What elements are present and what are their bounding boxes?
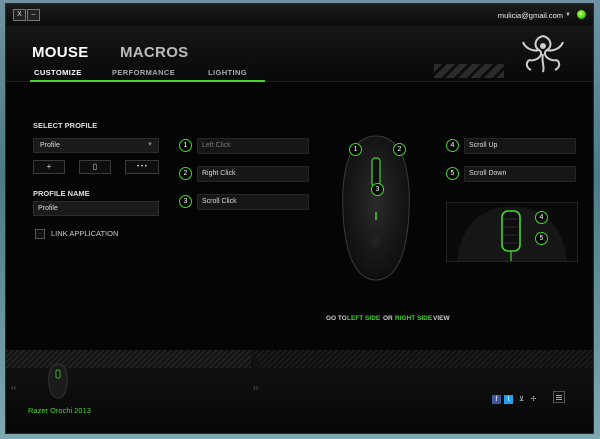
razer-small-icon[interactable]: ✢	[529, 395, 538, 404]
chevron-down-icon: ▼	[147, 142, 153, 148]
select-profile-heading: SELECT PROFILE	[33, 121, 98, 130]
header-hatch-decoration	[434, 64, 504, 78]
synapse-window: X – mulicia@gmail.com ▼ MOUSE MACROS CUS…	[5, 3, 594, 434]
scroll-zoom-view	[446, 202, 578, 262]
footer	[6, 350, 593, 433]
status-dot-icon[interactable]	[577, 10, 586, 19]
profile-name-field[interactable]: Profile	[33, 201, 159, 216]
device-prev-arrow[interactable]: ‹‹	[11, 383, 16, 392]
device-next-arrow[interactable]: ››	[253, 383, 258, 392]
menu-icon[interactable]	[553, 391, 565, 403]
account-email[interactable]: mulicia@gmail.com	[498, 11, 563, 20]
mouse-marker-4: 4	[535, 211, 548, 224]
right-side-link[interactable]: RIGHT SIDE	[395, 315, 432, 322]
button-2-marker: 2	[179, 167, 192, 180]
mouse-marker-1: 1	[349, 143, 362, 156]
footer-hatch-decoration-right	[251, 350, 593, 368]
delete-profile-button[interactable]: ▯	[79, 160, 111, 174]
button-5-marker: 5	[446, 167, 459, 180]
header: MOUSE MACROS CUSTOMIZE PERFORMANCE LIGHT…	[6, 26, 593, 82]
razer-logo-icon	[522, 35, 564, 73]
account-dropdown-icon[interactable]: ▼	[565, 12, 571, 18]
close-button[interactable]: X	[13, 9, 26, 21]
button-3-assignment[interactable]: Scroll Click	[197, 194, 309, 210]
tab-macros[interactable]: MACROS	[120, 44, 188, 61]
mouse-marker-5: 5	[535, 232, 548, 245]
device-thumbnail[interactable]	[46, 362, 70, 400]
link-application-checkbox[interactable]	[35, 229, 45, 239]
twitter-icon[interactable]: t	[504, 395, 513, 404]
view-label: VIEW	[433, 315, 450, 322]
goto-label: GO TO	[326, 315, 347, 322]
device-name[interactable]: Razer Orochi 2013	[28, 406, 91, 415]
profile-select-value: Profile	[40, 142, 60, 149]
button-1-assignment[interactable]: Left Click	[197, 138, 309, 154]
button-4-assignment[interactable]: Scroll Up	[464, 138, 576, 154]
minimize-button[interactable]: –	[27, 9, 40, 21]
facebook-icon[interactable]: f	[492, 395, 501, 404]
profile-name-heading: PROFILE NAME	[33, 189, 90, 198]
tab-lighting[interactable]: LIGHTING	[208, 68, 247, 77]
cart-icon[interactable]: ⊻	[517, 395, 526, 404]
title-bar: X – mulicia@gmail.com ▼	[6, 4, 593, 26]
button-4-marker: 4	[446, 139, 459, 152]
mouse-top-view	[342, 135, 410, 281]
button-1-marker: 1	[179, 139, 192, 152]
add-profile-button[interactable]: +	[33, 160, 65, 174]
active-tab-underline	[30, 80, 265, 82]
mouse-marker-2: 2	[393, 143, 406, 156]
footer-hatch-decoration	[6, 350, 251, 368]
button-2-assignment[interactable]: Right Click	[197, 166, 309, 182]
tab-customize[interactable]: CUSTOMIZE	[34, 68, 82, 77]
profile-select[interactable]: Profile ▼	[33, 138, 159, 153]
mouse-marker-3: 3	[371, 183, 384, 196]
button-3-marker: 3	[179, 195, 192, 208]
left-side-link[interactable]: LEFT SIDE	[347, 315, 380, 322]
button-5-assignment[interactable]: Scroll Down	[464, 166, 576, 182]
tab-performance[interactable]: PERFORMANCE	[112, 68, 175, 77]
link-application-label: LINK APPLICATION	[51, 229, 119, 238]
or-label: OR	[383, 315, 393, 322]
profile-more-button[interactable]: • • •	[125, 160, 159, 174]
tab-mouse[interactable]: MOUSE	[32, 44, 89, 61]
